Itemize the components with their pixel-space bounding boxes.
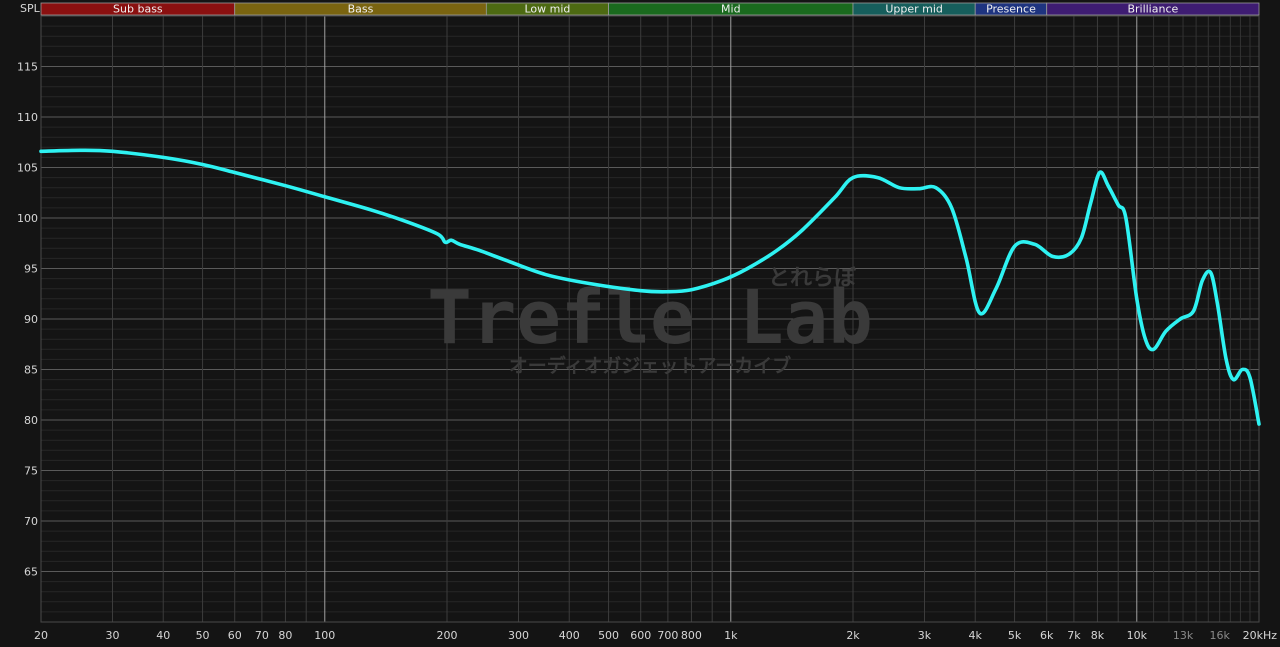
x-tick-label: 700 (657, 629, 678, 642)
x-tick-label: 2k (846, 629, 860, 642)
x-tick-label: 50 (196, 629, 210, 642)
x-tick-label: 16k (1209, 629, 1230, 642)
x-tick-label: 10k (1127, 629, 1148, 642)
y-tick-label: 65 (24, 566, 38, 579)
band-label: Upper mid (885, 3, 943, 16)
x-tick-label: 80 (278, 629, 292, 642)
x-tick-label: 13k (1173, 629, 1194, 642)
watermark-tag: とれらぼ (768, 266, 857, 291)
x-tick-label: 100 (314, 629, 335, 642)
y-tick-label: 90 (24, 313, 38, 326)
x-tick-label: 300 (508, 629, 529, 642)
y-tick-label: 75 (24, 465, 38, 478)
y-tick-label: 80 (24, 414, 38, 427)
watermark-subtitle: オーディオガジェットアーカイブ (509, 354, 792, 377)
y-axis-label: SPL (20, 2, 41, 15)
x-tick-label: 5k (1008, 629, 1022, 642)
x-tick-label: 30 (105, 629, 119, 642)
watermark: Trefle Lab とれらぼ オーディオガジェットアーカイブ (427, 266, 873, 377)
y-tick-label: 115 (17, 61, 38, 74)
frequency-response-chart: Trefle Lab とれらぼ オーディオガジェットアーカイブ Sub bass… (0, 0, 1280, 647)
x-tick-label: 600 (630, 629, 651, 642)
frequency-band-bar: Sub bass Bass Low mid Mid Upper mid Presence B… (40, 3, 1260, 16)
x-tick-label: 3k (918, 629, 932, 642)
band-label: Bass (348, 3, 374, 16)
band-label: Presence (986, 3, 1036, 16)
x-tick-label: 200 (437, 629, 458, 642)
x-tick-label: 500 (598, 629, 619, 642)
x-tick-label: 8k (1091, 629, 1105, 642)
y-tick-label: 70 (24, 515, 38, 528)
y-tick-label: 85 (24, 364, 38, 377)
x-tick-label: 20kHz (1243, 629, 1278, 642)
y-tick-label: 100 (17, 212, 38, 225)
x-tick-label: 70 (255, 629, 269, 642)
y-tick-label: 110 (17, 111, 38, 124)
y-tick-label: 105 (17, 162, 38, 175)
x-tick-label: 400 (559, 629, 580, 642)
band-label: Sub bass (113, 3, 163, 16)
x-tick-label: 40 (156, 629, 170, 642)
y-tick-label: 95 (24, 263, 38, 276)
x-tick-label: 1k (724, 629, 738, 642)
band-label: Brilliance (1127, 3, 1178, 16)
x-tick-label: 4k (969, 629, 983, 642)
x-tick-label: 800 (681, 629, 702, 642)
x-tick-label: 6k (1040, 629, 1054, 642)
band-label: Low mid (524, 3, 570, 16)
x-tick-label: 7k (1067, 629, 1081, 642)
band-label: Mid (721, 3, 741, 16)
x-tick-label: 20 (34, 629, 48, 642)
x-tick-label: 60 (228, 629, 242, 642)
